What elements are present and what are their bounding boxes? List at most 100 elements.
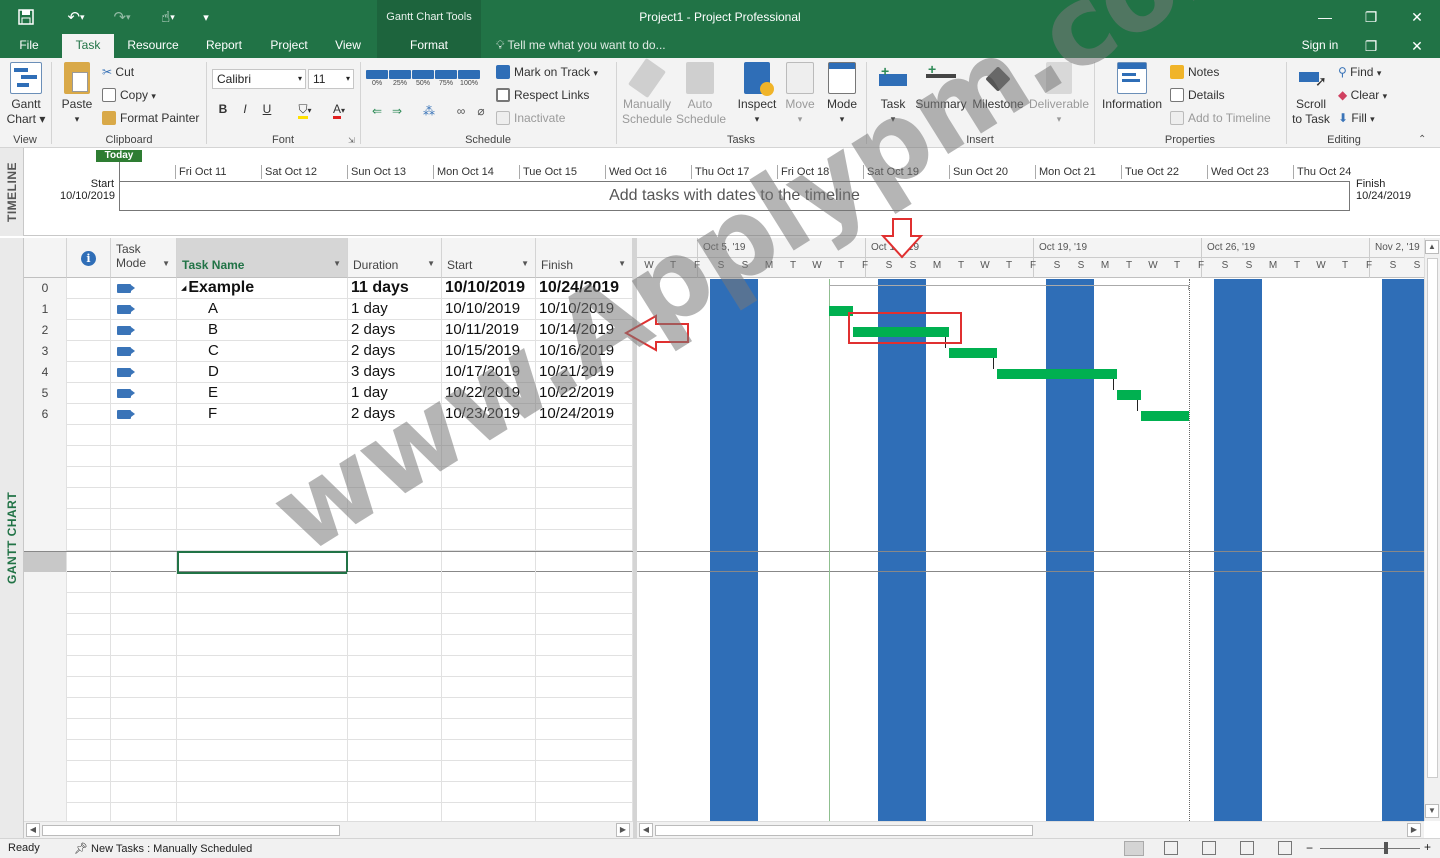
- finish-cell[interactable]: [536, 635, 633, 656]
- duration-cell[interactable]: [348, 614, 442, 635]
- insert-deliverable-button[interactable]: Deliverable ▾: [1028, 62, 1090, 127]
- zoom-in-icon[interactable]: +: [1424, 840, 1431, 854]
- unlink-tasks-icon[interactable]: ⌀: [472, 102, 490, 120]
- zoom-out-icon[interactable]: −: [1306, 841, 1313, 855]
- mode-cell[interactable]: [111, 635, 177, 656]
- percent-100-button[interactable]: 100%: [458, 70, 480, 92]
- mode-cell[interactable]: [111, 614, 177, 635]
- font-color-button[interactable]: A▾: [324, 100, 354, 119]
- name-cell[interactable]: [177, 446, 348, 467]
- duration-cell[interactable]: [348, 552, 442, 573]
- zoom-slider[interactable]: [1320, 848, 1420, 849]
- id-cell[interactable]: [24, 635, 67, 656]
- finish-cell[interactable]: [536, 509, 633, 530]
- id-cell[interactable]: 4: [24, 362, 67, 383]
- percent-75-button[interactable]: 75%: [435, 70, 457, 92]
- table-row[interactable]: [24, 761, 633, 782]
- tell-me-box[interactable]: 💡︎ Tell me what you want to do...: [496, 34, 666, 58]
- task-bar[interactable]: [949, 348, 997, 358]
- info-cell[interactable]: [67, 404, 111, 425]
- info-cell[interactable]: [67, 593, 111, 614]
- finish-cell[interactable]: [536, 614, 633, 635]
- mode-cell[interactable]: [111, 530, 177, 551]
- table-horizontal-scrollbar[interactable]: ◀ ▶: [24, 821, 633, 838]
- duration-cell[interactable]: [348, 803, 442, 821]
- table-row[interactable]: 5E1 day 10/22/2019 10/22/2019: [24, 383, 633, 404]
- id-cell[interactable]: [24, 740, 67, 761]
- start-column-header[interactable]: Start ▼: [442, 238, 536, 278]
- italic-button[interactable]: I: [236, 100, 254, 118]
- duration-cell[interactable]: 3 days: [348, 362, 442, 383]
- tab-report[interactable]: Report: [196, 34, 252, 58]
- highlight-color-button[interactable]: ⛉▾: [290, 100, 320, 119]
- link-tasks-icon[interactable]: ∞: [452, 102, 470, 120]
- info-column-header[interactable]: i: [67, 238, 111, 278]
- start-cell[interactable]: [442, 552, 536, 573]
- info-cell[interactable]: [67, 677, 111, 698]
- finish-cell[interactable]: [536, 488, 633, 509]
- vertical-scroll-thumb[interactable]: [1427, 258, 1438, 778]
- duration-cell[interactable]: [348, 467, 442, 488]
- name-cell[interactable]: [177, 488, 348, 509]
- mode-cell[interactable]: [111, 593, 177, 614]
- finish-cell[interactable]: [536, 572, 633, 593]
- paste-button[interactable]: Paste ▾: [58, 62, 96, 127]
- copy-button[interactable]: Copy ▾: [102, 85, 156, 105]
- zoom-slider-thumb[interactable]: [1384, 842, 1388, 854]
- mode-cell[interactable]: [111, 740, 177, 761]
- percent-25-button[interactable]: 25%: [389, 70, 411, 92]
- details-button[interactable]: Details: [1170, 85, 1225, 105]
- duration-cell[interactable]: 2 days: [348, 404, 442, 425]
- finish-cell[interactable]: [536, 446, 633, 467]
- tab-project[interactable]: Project: [262, 34, 316, 58]
- tab-view[interactable]: View: [324, 34, 372, 58]
- id-cell[interactable]: [24, 425, 67, 446]
- start-cell[interactable]: [442, 425, 536, 446]
- chart-horizontal-scrollbar[interactable]: ◀ ▶: [637, 821, 1424, 838]
- finish-cell[interactable]: [536, 593, 633, 614]
- vertical-scrollbar[interactable]: ▲ ▼: [1424, 238, 1440, 821]
- inactivate-button[interactable]: Inactivate: [496, 108, 565, 128]
- tab-resource[interactable]: Resource: [120, 34, 186, 58]
- table-row[interactable]: [24, 698, 633, 719]
- name-cell[interactable]: E: [177, 383, 348, 404]
- id-cell[interactable]: [24, 803, 67, 821]
- gantt-view-shortcut-icon[interactable]: [1124, 841, 1144, 856]
- mode-cell[interactable]: [111, 362, 177, 383]
- mode-cell[interactable]: [111, 719, 177, 740]
- move-button[interactable]: Move ▾: [782, 62, 818, 127]
- notes-button[interactable]: Notes: [1170, 62, 1219, 82]
- duration-cell[interactable]: [348, 509, 442, 530]
- name-cell[interactable]: [177, 572, 348, 593]
- info-cell[interactable]: [67, 320, 111, 341]
- task-usage-shortcut-icon[interactable]: [1164, 841, 1178, 855]
- inspect-button[interactable]: Inspect ▾: [734, 62, 780, 127]
- id-cell[interactable]: [24, 552, 67, 573]
- name-cell[interactable]: B: [177, 320, 348, 341]
- duration-cell[interactable]: [348, 593, 442, 614]
- finish-cell[interactable]: 10/10/2019: [536, 299, 633, 320]
- name-cell[interactable]: [177, 467, 348, 488]
- underline-button[interactable]: U: [258, 100, 276, 118]
- name-cell[interactable]: [177, 614, 348, 635]
- id-cell[interactable]: [24, 782, 67, 803]
- start-cell[interactable]: [442, 572, 536, 593]
- finish-cell[interactable]: [536, 719, 633, 740]
- task-bar[interactable]: [829, 306, 853, 316]
- mode-cell[interactable]: [111, 488, 177, 509]
- scroll-to-task-button[interactable]: ➚ Scroll to Task: [1288, 62, 1334, 127]
- respect-links-button[interactable]: Respect Links: [496, 85, 589, 105]
- start-cell[interactable]: [442, 740, 536, 761]
- gantt-chart-button[interactable]: Gantt Chart ▾: [4, 62, 48, 127]
- name-cell[interactable]: A: [177, 299, 348, 320]
- table-row[interactable]: [24, 656, 633, 677]
- duration-cell[interactable]: [348, 719, 442, 740]
- percent-0-button[interactable]: 0%: [366, 70, 388, 92]
- table-row[interactable]: [24, 782, 633, 803]
- start-cell[interactable]: [442, 761, 536, 782]
- tab-task[interactable]: Task: [62, 34, 114, 58]
- duration-cell[interactable]: [348, 425, 442, 446]
- name-cell[interactable]: [177, 719, 348, 740]
- chevron-down-icon[interactable]: ▼: [333, 257, 341, 271]
- mode-cell[interactable]: [111, 782, 177, 803]
